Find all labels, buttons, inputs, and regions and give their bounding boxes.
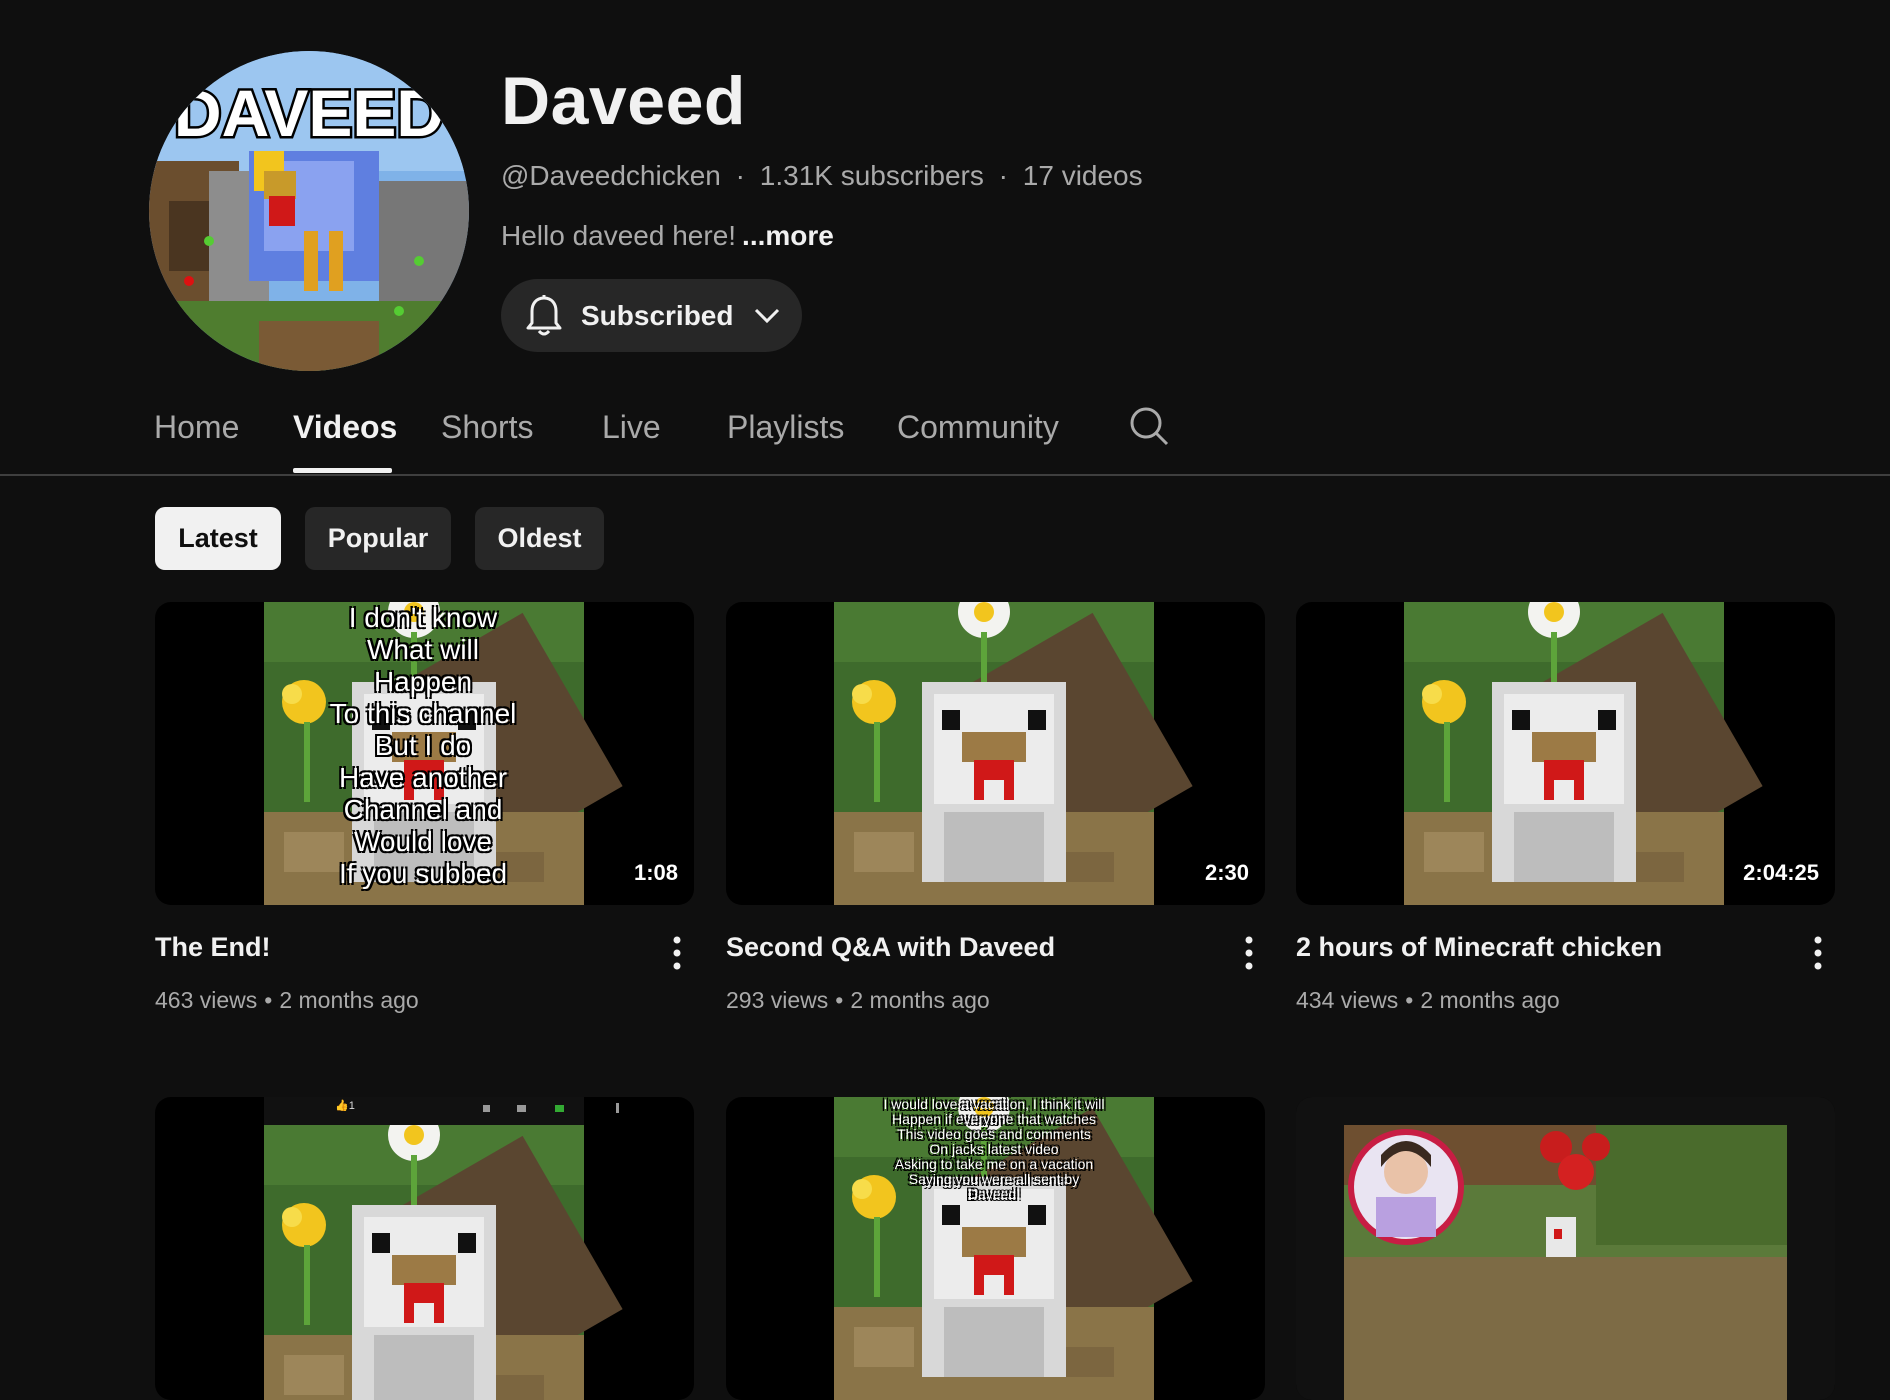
- avatar-image: DAVEED: [149, 51, 469, 371]
- view-count: 463 views: [155, 987, 258, 1013]
- channel-tabs: Home Videos Shorts Live Playlists Commun…: [0, 395, 1890, 476]
- stats-separator: •: [264, 987, 273, 1013]
- tab-community[interactable]: Community: [897, 409, 1059, 446]
- tab-videos[interactable]: Videos: [293, 409, 397, 446]
- view-count: 293 views: [726, 987, 829, 1013]
- search-icon[interactable]: [1128, 405, 1170, 447]
- more-vert-icon[interactable]: [665, 934, 689, 974]
- thumbnail-image: [834, 602, 1193, 905]
- chevron-down-icon: [755, 308, 780, 323]
- thumbnail-image: [264, 1097, 623, 1400]
- channel-meta: @Daveedchicken · 1.31K subscribers · 17 …: [501, 160, 1143, 192]
- subscriber-count: 1.31K subscribers: [759, 160, 984, 191]
- more-vert-icon[interactable]: [1806, 934, 1830, 974]
- video-duration: 2:04:25: [1737, 857, 1825, 889]
- stats-separator: •: [1405, 987, 1414, 1013]
- video-thumbnail[interactable]: 2:30: [726, 602, 1265, 905]
- channel-handle: @Daveedchicken: [501, 160, 721, 191]
- video-duration: 1:08: [627, 857, 684, 889]
- meta-separator: ·: [735, 160, 745, 191]
- video-count: 17 videos: [1022, 160, 1143, 191]
- chip-popular[interactable]: Popular: [305, 507, 451, 570]
- avatar-logo-text: DAVEED: [174, 76, 444, 150]
- tab-shorts[interactable]: Shorts: [441, 409, 533, 446]
- video-stats: 293 views • 2 months ago: [726, 987, 990, 1014]
- subscribed-button[interactable]: Subscribed: [501, 279, 802, 352]
- upload-age: 2 months ago: [1420, 987, 1560, 1013]
- meta-separator: ·: [998, 160, 1008, 191]
- video-stats: 434 views • 2 months ago: [1296, 987, 1560, 1014]
- upload-age: 2 months ago: [279, 987, 419, 1013]
- video-title[interactable]: 2 hours of Minecraft chicken: [1296, 932, 1662, 963]
- upload-age: 2 months ago: [850, 987, 990, 1013]
- video-thumbnail[interactable]: I don't know What will Happen To this ch…: [155, 602, 694, 905]
- video-title[interactable]: Second Q&A with Daveed: [726, 932, 1055, 963]
- thumbnail-overlay-text: I don't know What will Happen To this ch…: [329, 602, 517, 889]
- video-duration: 2:30: [1198, 857, 1255, 889]
- chip-latest[interactable]: Latest: [155, 507, 281, 570]
- video-stats: 463 views • 2 months ago: [155, 987, 419, 1014]
- thumbnail-image: [1296, 1097, 1835, 1400]
- tab-home[interactable]: Home: [154, 409, 239, 446]
- chip-oldest[interactable]: Oldest: [475, 507, 604, 570]
- channel-description: Hello daveed here! ...more: [501, 220, 834, 252]
- bell-icon: [526, 294, 562, 335]
- more-link[interactable]: ...more: [742, 220, 834, 251]
- video-thumbnail[interactable]: [1296, 1097, 1835, 1400]
- tab-playlists[interactable]: Playlists: [727, 409, 844, 446]
- channel-avatar[interactable]: DAVEED: [149, 51, 469, 371]
- stats-separator: •: [835, 987, 844, 1013]
- subscribed-label: Subscribed: [581, 299, 734, 331]
- thumbnail-like-icon: 👍1: [335, 1100, 355, 1112]
- tab-live[interactable]: Live: [602, 409, 661, 446]
- view-count: 434 views: [1296, 987, 1399, 1013]
- video-thumbnail[interactable]: I would love a vacation, I think it will…: [726, 1097, 1265, 1400]
- video-title[interactable]: The End!: [155, 932, 271, 963]
- description-text: Hello daveed here!: [501, 220, 737, 251]
- video-thumbnail[interactable]: 👍1: [155, 1097, 694, 1400]
- video-thumbnail[interactable]: 2:04:25: [1296, 602, 1835, 905]
- more-vert-icon[interactable]: [1237, 934, 1261, 974]
- thumbnail-overlay-text: I would love a vacation, I think it will…: [883, 1097, 1105, 1202]
- active-tab-indicator: [293, 468, 392, 473]
- channel-name: Daveed: [501, 63, 746, 139]
